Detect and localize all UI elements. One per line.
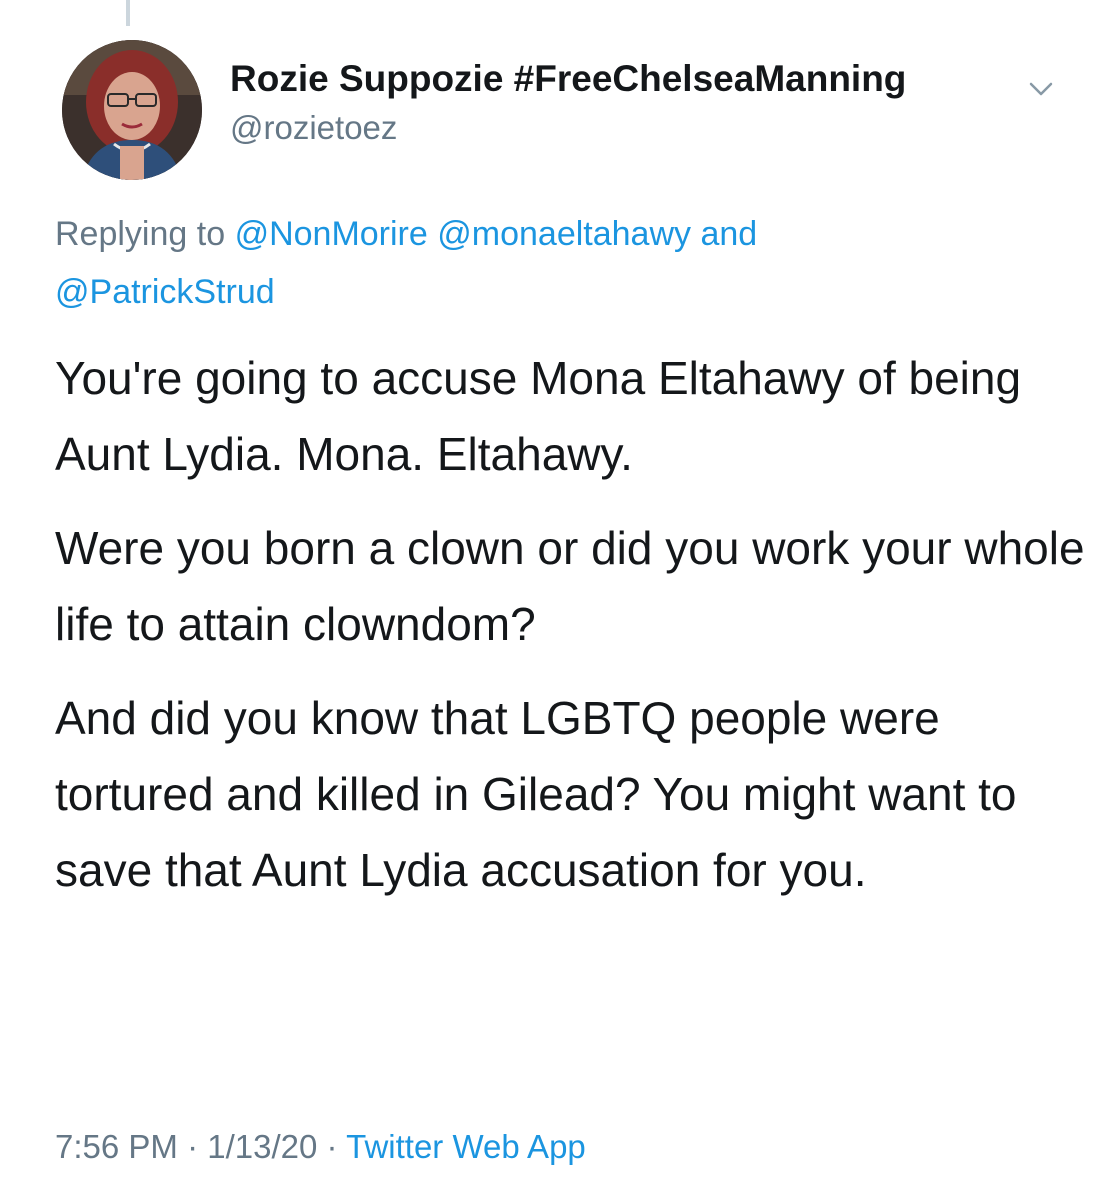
thread-connector-line	[126, 0, 130, 26]
author-handle[interactable]: @rozietoez	[230, 106, 397, 150]
avatar-photo	[62, 40, 202, 180]
tweet-paragraph: Were you born a clown or did you work yo…	[55, 522, 1085, 650]
tweet-text: You're going to accuse Mona Eltahawy of …	[55, 340, 1095, 926]
tweet-source-link[interactable]: Twitter Web App	[346, 1128, 586, 1165]
tweet-metadata: 7:56 PM · 1/13/20 · Twitter Web App	[55, 1122, 586, 1172]
tweet-paragraph: You're going to accuse Mona Eltahawy of …	[55, 352, 1022, 480]
reply-prefix: Replying to	[55, 215, 226, 253]
mention-link[interactable]: @PatrickStrud	[55, 273, 275, 311]
mention-link[interactable]: @monaeltahawy	[437, 215, 691, 253]
reply-conjunction: and	[700, 215, 758, 253]
author-display-name[interactable]: Rozie Suppozie #FreeChelseaManning	[230, 55, 906, 103]
meta-separator: ·	[326, 1128, 338, 1165]
meta-separator: ·	[187, 1128, 199, 1165]
tweet-time[interactable]: 7:56 PM	[55, 1128, 178, 1165]
avatar[interactable]	[62, 40, 202, 180]
chevron-down-icon[interactable]	[1024, 72, 1058, 106]
reply-context: Replying to @NonMorire @monaeltahawy and…	[55, 205, 1055, 321]
tweet-paragraph: And did you know that LGBTQ people were …	[55, 692, 1017, 896]
mention-link[interactable]: @NonMorire	[235, 215, 428, 253]
tweet-date[interactable]: 1/13/20	[207, 1128, 317, 1165]
